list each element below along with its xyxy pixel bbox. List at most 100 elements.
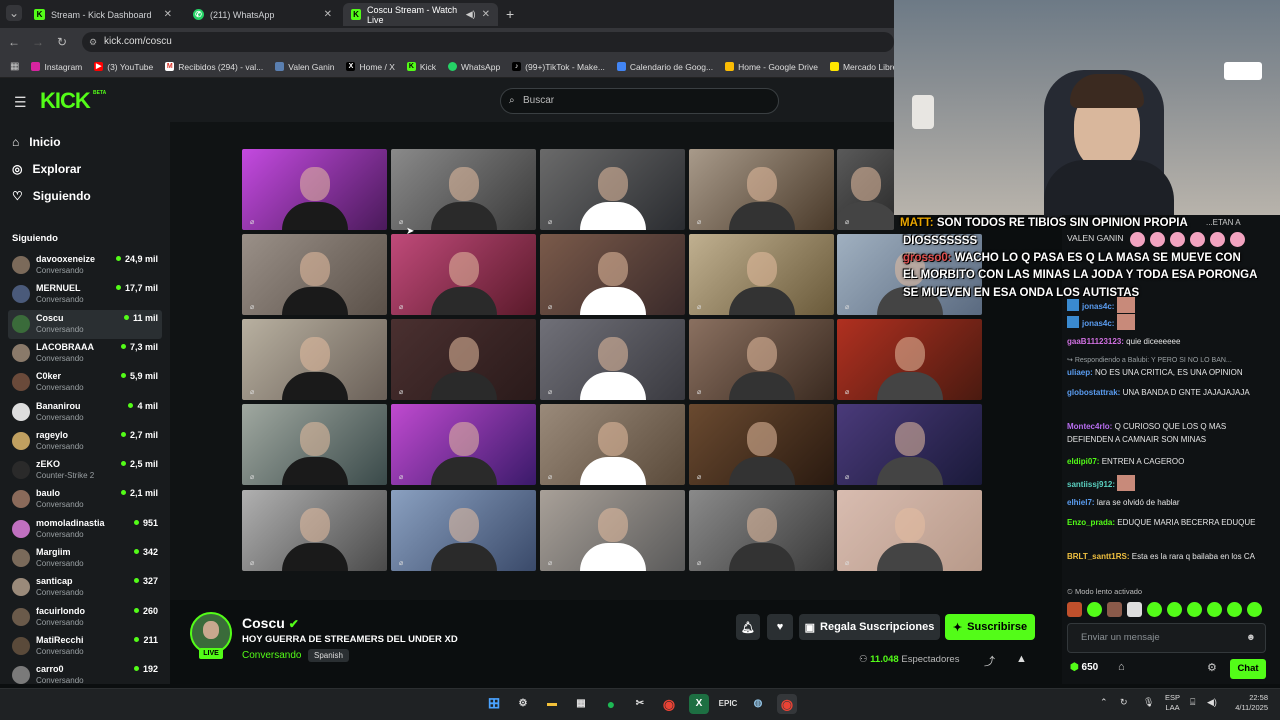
settings-app-icon[interactable]: ⚙	[513, 694, 533, 714]
chat-username[interactable]: uliaep:	[1067, 368, 1093, 377]
channel-name[interactable]: Coscu ✔	[242, 615, 299, 631]
sidebar-channel[interactable]: zEKO Counter-Strike 2 2,5 mil	[8, 456, 162, 485]
speaker-icon[interactable]: ◀︎)	[466, 9, 476, 20]
bookmark-kick[interactable]: K Kick	[406, 62, 436, 72]
spotify-icon[interactable]: ●	[601, 694, 621, 714]
chrome-icon[interactable]: ◉	[659, 694, 679, 714]
sidebar-channel[interactable]: baulo Conversando 2,1 mil	[8, 485, 162, 514]
emoji-picker-icon[interactable]: ☻	[1246, 624, 1256, 652]
emote-icon[interactable]	[1167, 602, 1182, 617]
bookmark-calendar[interactable]: Calendario de Goog...	[616, 62, 713, 72]
sidebar-channel[interactable]: santicap Conversando 327	[8, 573, 162, 602]
notifications-button[interactable]: 🔔︎	[736, 614, 760, 640]
bookmark-instagram[interactable]: Instagram	[31, 62, 82, 72]
chat-settings-icon[interactable]: ⚙	[1207, 661, 1217, 674]
stream-category[interactable]: Conversando	[242, 650, 301, 661]
volume-icon[interactable]: ◀︎)	[1207, 697, 1217, 708]
emote-icon[interactable]	[1147, 602, 1162, 617]
steam-icon[interactable]: ◍	[748, 694, 768, 714]
share-icon[interactable]: ⤴	[984, 653, 995, 669]
chat-username[interactable]: globostattrak:	[1067, 388, 1120, 397]
chat-message[interactable]: gaaB11123123: quie diceeeeee	[1067, 335, 1267, 348]
chat-send-button[interactable]: Chat	[1230, 659, 1266, 679]
emote-icon[interactable]	[1087, 602, 1102, 617]
chat-message[interactable]: Enzo_prada: EDUQUE MARIA BECERRA EDUQUE	[1067, 516, 1267, 529]
chat-input[interactable]: Enviar un mensaje ☻	[1067, 623, 1266, 653]
menu-icon[interactable]: ☰	[14, 94, 27, 111]
sidebar-channel[interactable]: MERNUEL Conversando 17,7 mil	[8, 280, 162, 309]
input-language[interactable]: ESP LAA	[1165, 693, 1180, 713]
gift-subs-button[interactable]: ▣ Regala Suscripciones	[799, 614, 940, 640]
close-tab-icon[interactable]: ✕	[324, 9, 332, 20]
sidebar-channel[interactable]: davooxeneize Conversando 24,9 mil	[8, 251, 162, 280]
chat-username[interactable]: elhiel7:	[1067, 498, 1095, 507]
tab-whatsapp[interactable]: ✆ (211) WhatsApp ✕	[185, 3, 340, 26]
chat-message[interactable]: elhiel7: lara se olvidó de hablar	[1067, 496, 1267, 509]
chat-message[interactable]: santiissj912:	[1067, 475, 1267, 491]
bookmark-whatsapp[interactable]: WhatsApp	[447, 62, 500, 72]
nav-explore[interactable]: ◎ Explorar	[12, 162, 81, 176]
chat-username[interactable]: gaaB11123123:	[1067, 337, 1124, 346]
subscribe-button[interactable]: ✦ Suscribirse	[945, 614, 1035, 640]
tray-chevron-icon[interactable]: ⌃	[1100, 697, 1108, 708]
chat-username[interactable]: BRLT_santt1RS:	[1067, 552, 1130, 561]
nav-following[interactable]: ♡ Siguiendo	[12, 189, 91, 203]
sidebar-channel[interactable]: rageylo Conversando 2,7 mil	[8, 427, 162, 456]
chat-username[interactable]: santiissj912:	[1067, 480, 1115, 489]
tab-coscu-stream[interactable]: K Coscu Stream - Watch Live ◀︎) ✕	[343, 3, 498, 26]
tab-kick-dashboard[interactable]: K Stream - Kick Dashboard ✕	[26, 3, 180, 26]
follow-button[interactable]: ♥	[767, 614, 793, 640]
new-tab-icon[interactable]: +	[506, 6, 514, 22]
emote-icon[interactable]	[1247, 602, 1262, 617]
epic-games-icon[interactable]: EPIC	[718, 694, 738, 714]
chat-message[interactable]: jonas4c:	[1067, 314, 1267, 330]
sidebar-channel[interactable]: facuirlondo Conversando 260	[8, 603, 162, 632]
close-tab-icon[interactable]: ✕	[164, 9, 172, 20]
close-tab-icon[interactable]: ✕	[482, 9, 490, 20]
chat-username[interactable]: jonas4c:	[1082, 302, 1114, 311]
emote-icon[interactable]	[1207, 602, 1222, 617]
store-icon[interactable]: ⌂	[1118, 661, 1125, 673]
chat-username[interactable]: jonas4c:	[1082, 319, 1114, 328]
sidebar-channel[interactable]: Bananirou Conversando 4 mil	[8, 398, 162, 427]
sidebar-channel[interactable]: Margiim Conversando 342	[8, 544, 162, 573]
channel-points[interactable]: ⬢ 650	[1070, 662, 1098, 673]
report-icon[interactable]: ▲	[1016, 653, 1027, 665]
emote-icon[interactable]	[1127, 602, 1142, 617]
tab-search-icon[interactable]: ⌄	[6, 5, 22, 21]
apps-icon[interactable]: ▦	[10, 61, 19, 72]
network-icon[interactable]: ⌸	[1190, 697, 1195, 708]
forward-icon[interactable]: →	[30, 34, 46, 50]
nav-home[interactable]: ⌂ Inicio	[12, 135, 61, 149]
sidebar-channel[interactable]: momoladinastia Conversando 951	[8, 515, 162, 544]
sidebar-channel[interactable]: carro0 Conversando 192	[8, 661, 162, 690]
store-app-icon[interactable]: ▦	[571, 694, 591, 714]
back-icon[interactable]: ←	[6, 34, 22, 50]
sidebar-channel[interactable]: LACOBRAAA Conversando 7,3 mil	[8, 339, 162, 368]
sidebar-channel[interactable]: Coscu Conversando 11 mil	[8, 309, 162, 339]
chat-username[interactable]: Enzo_prada:	[1067, 518, 1115, 527]
excel-icon[interactable]: X	[689, 694, 709, 714]
chat-message[interactable]: eldipi07: ENTREN A CAGEROO	[1067, 455, 1267, 468]
kick-logo[interactable]: KICK	[40, 88, 91, 114]
file-explorer-icon[interactable]: ▬	[542, 694, 562, 714]
chat-message[interactable]: globostattrak: UNA BANDA D GNTE JAJAJAJA…	[1067, 386, 1267, 399]
tray-sync-icon[interactable]: ↻	[1120, 697, 1128, 708]
chrome-active-icon[interactable]: ◉	[777, 694, 797, 714]
chat-message[interactable]: jonas4c:	[1067, 297, 1267, 313]
sidebar-channel[interactable]: C0ker Conversando 5,9 mil	[8, 368, 162, 397]
bookmark-drive[interactable]: Home - Google Drive	[725, 62, 818, 72]
bookmark-gmail[interactable]: M Recibidos (294) - val...	[165, 62, 263, 72]
chat-username[interactable]: eldipi07:	[1067, 457, 1099, 466]
chat-message[interactable]: Montec4rlo: Q CURIOSO QUE LOS Q MAS DEFI…	[1067, 420, 1267, 446]
emote-icon[interactable]	[1107, 602, 1122, 617]
site-info-icon[interactable]: ⚙	[89, 32, 97, 52]
bookmark-x[interactable]: X Home / X	[346, 62, 395, 72]
language-tag[interactable]: Spanish	[308, 649, 349, 662]
address-bar[interactable]: ⚙ kick.com/coscu	[82, 32, 894, 52]
bookmark-tiktok[interactable]: ♪ (99+)TikTok - Make...	[512, 62, 605, 72]
emote-icon[interactable]	[1067, 602, 1082, 617]
clock[interactable]: 22:58 4/11/2025	[1224, 693, 1268, 713]
chat-message[interactable]: BRLT_santt1RS: Esta es la rara q bailaba…	[1067, 550, 1267, 563]
sidebar-channel[interactable]: MatiRecchi Conversando 211	[8, 632, 162, 661]
